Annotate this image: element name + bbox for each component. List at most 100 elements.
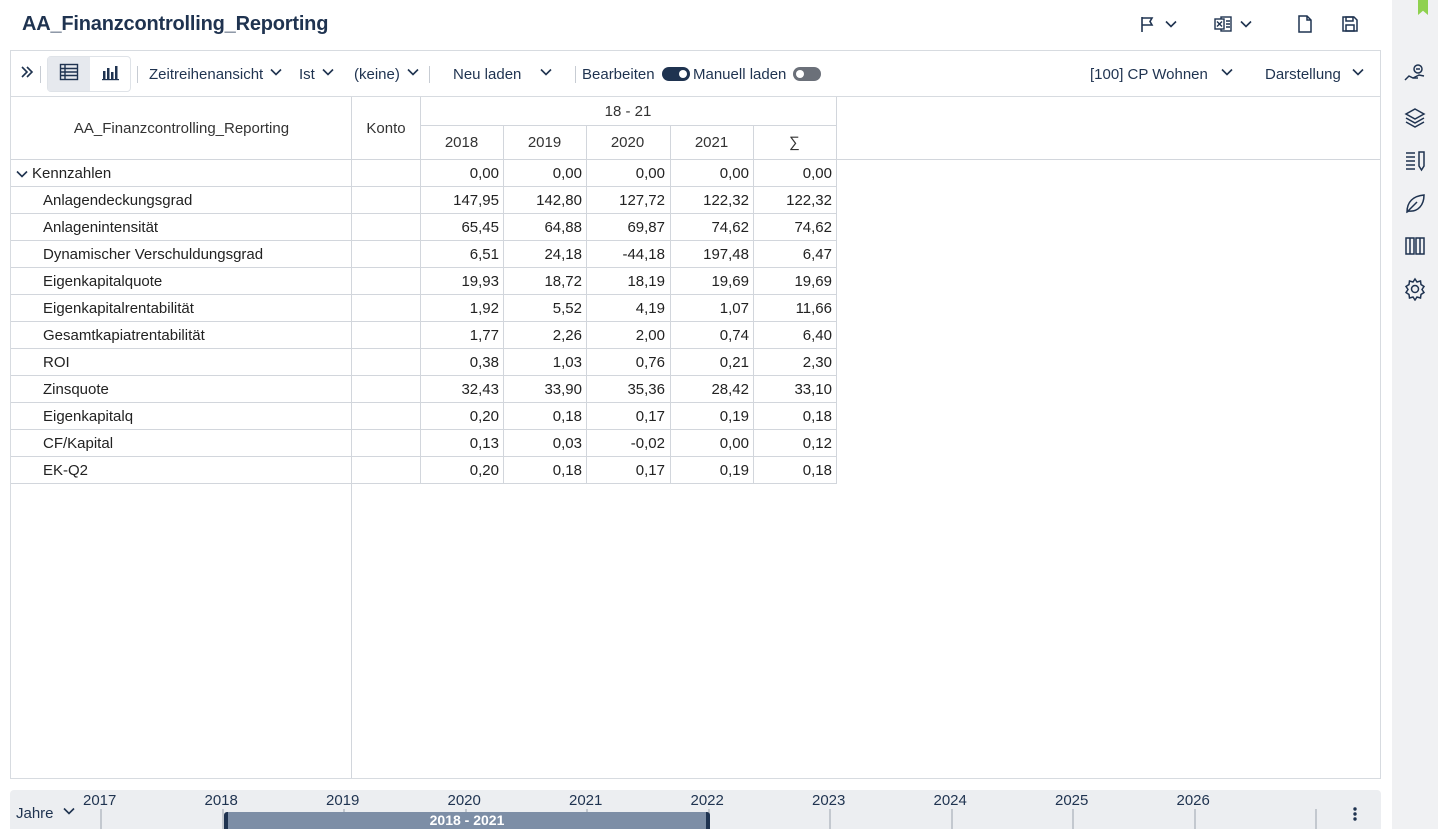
- value-cell[interactable]: 74,62: [753, 214, 836, 241]
- expand-sidebar-button[interactable]: [19, 51, 35, 97]
- new-document-button[interactable]: [1295, 12, 1315, 36]
- value-cell[interactable]: 0,21: [670, 349, 753, 376]
- reload-options-dropdown[interactable]: [539, 51, 553, 97]
- value-cell[interactable]: 147,95: [420, 187, 503, 214]
- column-divider: [753, 125, 754, 484]
- value-cell[interactable]: 19,69: [670, 268, 753, 295]
- unit-dropdown[interactable]: [100] CP Wohnen: [1090, 51, 1234, 97]
- view-mode-dropdown[interactable]: Zeitreihenansicht: [149, 51, 283, 97]
- book-icon[interactable]: [1403, 234, 1427, 258]
- value-cell[interactable]: 32,43: [420, 376, 503, 403]
- row-divider: [352, 375, 836, 376]
- value-cell[interactable]: 6,51: [420, 241, 503, 268]
- chevron-down-icon: [1351, 65, 1365, 83]
- value-cell[interactable]: -0,02: [586, 430, 669, 457]
- value-cell[interactable]: 127,72: [586, 187, 669, 214]
- value-cell[interactable]: 0,17: [586, 457, 669, 484]
- table-view-button[interactable]: [48, 57, 90, 91]
- value-cell[interactable]: 19,69: [753, 268, 836, 295]
- value-cell[interactable]: 122,32: [670, 187, 753, 214]
- value-cell[interactable]: 18,72: [503, 268, 586, 295]
- value-cell[interactable]: 1,03: [503, 349, 586, 376]
- value-cell[interactable]: 4,19: [586, 295, 669, 322]
- value-cell[interactable]: 0,13: [420, 430, 503, 457]
- value-cell[interactable]: 24,18: [503, 241, 586, 268]
- list-edit-icon[interactable]: [1403, 148, 1427, 172]
- value-cell[interactable]: 65,45: [420, 214, 503, 241]
- timeline-year-label: 2025: [1055, 792, 1089, 809]
- group-value-cell: 0,00: [552, 165, 582, 182]
- value-cell[interactable]: 11,66: [753, 295, 836, 322]
- settings-icon[interactable]: [1403, 277, 1427, 302]
- chevron-down-icon[interactable]: [15, 167, 29, 181]
- manual-load-toggle[interactable]: Manuell laden: [693, 51, 822, 97]
- display-dropdown[interactable]: Darstellung: [1265, 51, 1365, 97]
- row-label: Anlagendeckungsgrad: [43, 192, 193, 209]
- chart-view-button[interactable]: [90, 57, 132, 91]
- bookmark-icon[interactable]: [1418, 0, 1428, 15]
- value-cell[interactable]: 0,00: [670, 430, 753, 457]
- value-cell[interactable]: 0,18: [503, 403, 586, 430]
- value-cell[interactable]: 18,19: [586, 268, 669, 295]
- excel-icon: [1213, 14, 1233, 34]
- value-cell[interactable]: -44,18: [586, 241, 669, 268]
- timeline-more-button[interactable]: [1347, 804, 1363, 824]
- value-cell[interactable]: 1,92: [420, 295, 503, 322]
- value-cell[interactable]: 28,42: [670, 376, 753, 403]
- value-cell[interactable]: 122,32: [753, 187, 836, 214]
- scenario-dropdown[interactable]: Ist: [299, 51, 335, 97]
- row-divider: [352, 483, 836, 484]
- selected-range-handle[interactable]: 2018 - 2021: [224, 812, 710, 829]
- value-cell[interactable]: 33,90: [503, 376, 586, 403]
- value-cell[interactable]: 0,12: [753, 430, 836, 457]
- value-cell[interactable]: 64,88: [503, 214, 586, 241]
- flag-menu-button[interactable]: [1138, 12, 1178, 36]
- layers-icon[interactable]: [1403, 106, 1427, 130]
- group-row-kennzahlen[interactable]: Kennzahlen: [11, 160, 352, 187]
- leaf-icon[interactable]: [1403, 192, 1427, 216]
- value-cell[interactable]: 6,40: [753, 322, 836, 349]
- value-cell[interactable]: 0,76: [586, 349, 669, 376]
- edit-toggle[interactable]: Bearbeiten: [582, 51, 690, 97]
- value-cell[interactable]: 0,18: [503, 457, 586, 484]
- value-cell[interactable]: 69,87: [586, 214, 669, 241]
- row-label: Eigenkapitalquote: [43, 273, 163, 290]
- value-cell[interactable]: 0,20: [420, 457, 503, 484]
- comparison-dropdown[interactable]: (keine): [354, 51, 420, 97]
- chevron-down-icon: [62, 804, 76, 822]
- chevron-down-icon: [539, 65, 553, 83]
- row-divider: [352, 402, 836, 403]
- granularity-dropdown[interactable]: Jahre: [16, 804, 76, 822]
- reload-button[interactable]: Neu laden: [453, 51, 521, 97]
- value-cell[interactable]: 1,07: [670, 295, 753, 322]
- value-cell[interactable]: 0,38: [420, 349, 503, 376]
- value-cell[interactable]: 0,19: [670, 403, 753, 430]
- manual-load-switch[interactable]: [793, 67, 822, 81]
- value-cell[interactable]: 2,30: [753, 349, 836, 376]
- value-cell[interactable]: 19,93: [420, 268, 503, 295]
- value-cell[interactable]: 197,48: [670, 241, 753, 268]
- value-cell[interactable]: 0,19: [670, 457, 753, 484]
- excel-export-button[interactable]: [1213, 12, 1253, 36]
- value-cell[interactable]: 2,26: [503, 322, 586, 349]
- value-cell[interactable]: 0,20: [420, 403, 503, 430]
- edit-switch[interactable]: [661, 67, 690, 81]
- value-cell[interactable]: 0,03: [503, 430, 586, 457]
- value-cell[interactable]: 0,18: [753, 457, 836, 484]
- value-cell[interactable]: 142,80: [503, 187, 586, 214]
- value-cell[interactable]: 74,62: [670, 214, 753, 241]
- value-cell[interactable]: 0,17: [586, 403, 669, 430]
- value-cell[interactable]: 0,74: [670, 322, 753, 349]
- hand-coins-icon[interactable]: [1403, 62, 1427, 86]
- value-cell[interactable]: 5,52: [503, 295, 586, 322]
- reload-label: Neu laden: [453, 65, 522, 83]
- row-divider: [352, 321, 836, 322]
- value-cell[interactable]: 1,77: [420, 322, 503, 349]
- scenario-label: Ist: [299, 65, 315, 83]
- value-cell[interactable]: 35,36: [586, 376, 669, 403]
- value-cell[interactable]: 0,18: [753, 403, 836, 430]
- value-cell[interactable]: 6,47: [753, 241, 836, 268]
- value-cell[interactable]: 2,00: [586, 322, 669, 349]
- save-button[interactable]: [1340, 12, 1360, 36]
- value-cell[interactable]: 33,10: [753, 376, 836, 403]
